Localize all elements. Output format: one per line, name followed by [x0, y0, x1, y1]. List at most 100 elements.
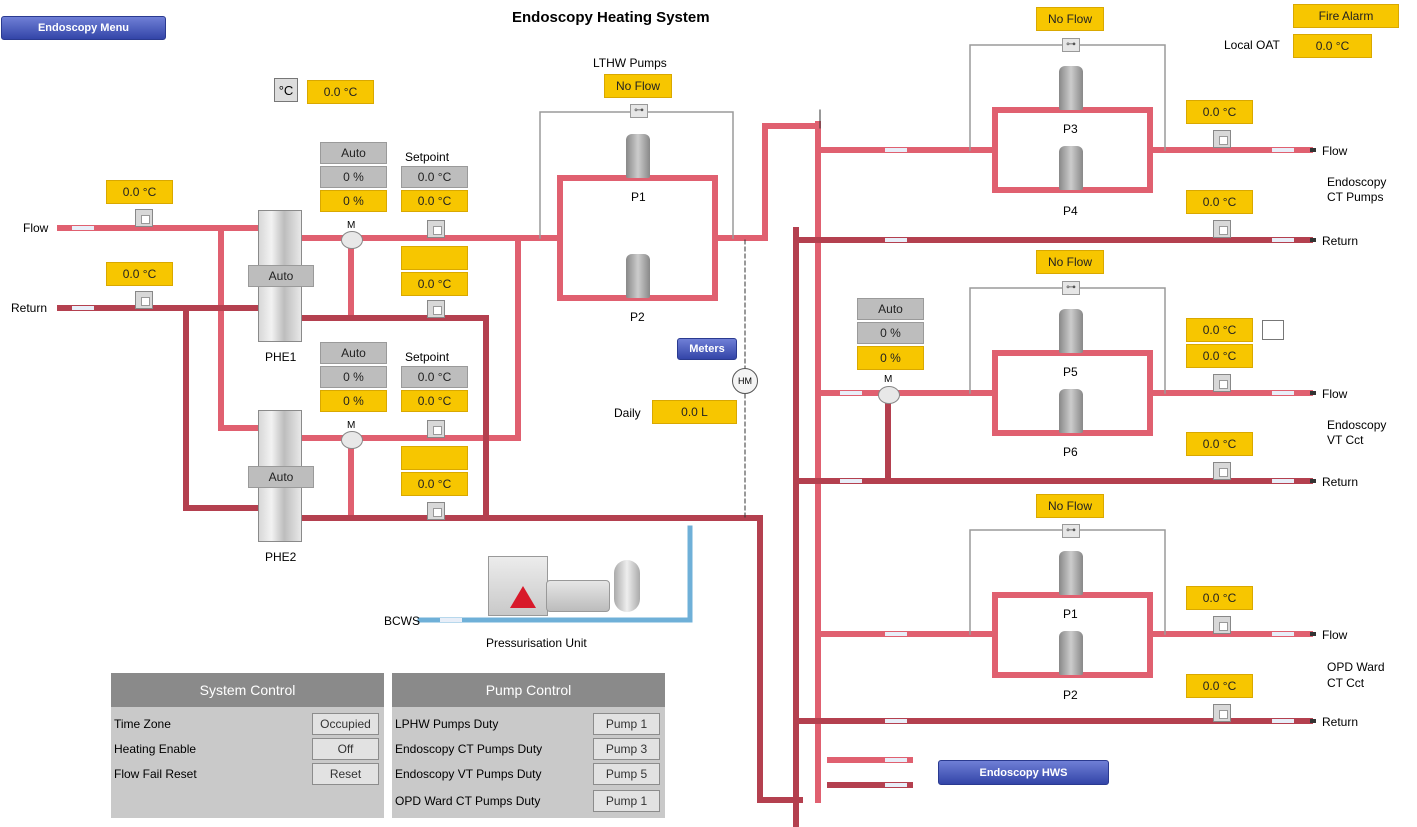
primary-flow-temp: 0.0 °C	[106, 180, 173, 204]
time-zone-value[interactable]: Occupied	[312, 713, 379, 735]
ct-p3-label: P3	[1063, 122, 1078, 136]
opd-return-temp: 0.0 °C	[1186, 674, 1253, 698]
phe1-mode-button[interactable]: Auto	[248, 265, 314, 287]
trend-chart-icon[interactable]	[1262, 320, 1284, 340]
phe1-setpoint-label: Setpoint	[405, 150, 450, 164]
phe2-valve-icon[interactable]	[341, 431, 363, 449]
flow-fail-reset-label: Flow Fail Reset	[114, 767, 197, 781]
heating-enable-label: Heating Enable	[114, 742, 197, 756]
phe2-valve-output: 0 %	[320, 390, 387, 412]
time-zone-label: Time Zone	[114, 717, 171, 731]
vt-name-line1: Endoscopy	[1327, 418, 1387, 432]
phe1-valve-icon[interactable]	[341, 231, 363, 249]
daily-value: 0.0 L	[652, 400, 737, 424]
local-oat-value: 0.0 °C	[1293, 34, 1372, 58]
vt-return-sensor-icon	[1213, 462, 1231, 480]
phe1-valve-output: 0 %	[320, 190, 387, 212]
vt-key-icon: ⊶	[1062, 281, 1080, 295]
vt-flow-sensor-icon	[1213, 374, 1231, 392]
phe2-setpoint[interactable]: 0.0 °C	[401, 366, 468, 388]
top-temperature: 0.0 °C	[307, 80, 374, 104]
primary-flow-label: Flow	[23, 221, 49, 235]
opd-pump-p1-icon[interactable]	[1059, 551, 1083, 595]
system-control-title: System Control	[111, 673, 384, 707]
phe1-actual-temp: 0.0 °C	[401, 190, 468, 212]
phe1-setpoint[interactable]: 0.0 °C	[401, 166, 468, 188]
primary-return-temp: 0.0 °C	[106, 262, 173, 286]
ct-p4-label: P4	[1063, 204, 1078, 218]
opd-return-sensor-icon	[1213, 704, 1231, 722]
vt-return-label: Return	[1322, 475, 1359, 489]
bcws-label: BCWS	[384, 614, 420, 628]
ct-key-icon: ⊶	[1062, 38, 1080, 52]
primary-return-label: Return	[11, 301, 48, 315]
ct-return-sensor-icon	[1213, 220, 1231, 238]
phe1-outlet-sensor-icon	[427, 300, 445, 318]
vt-p5-label: P5	[1063, 365, 1078, 379]
phe1-outlet-temp: 0.0 °C	[401, 272, 468, 296]
primary-flow-sensor-icon	[135, 209, 153, 227]
temperature-unit-icon[interactable]: °C	[274, 78, 298, 102]
phe2-valve-m-label: M	[347, 420, 356, 431]
phe1-outlet-blank	[401, 246, 468, 270]
meters-button[interactable]: Meters	[677, 338, 737, 360]
phe2-valve-percent[interactable]: 0 %	[320, 366, 387, 388]
vt-flow-status: No Flow	[1036, 250, 1104, 274]
vt-return-temp: 0.0 °C	[1186, 432, 1253, 456]
vt-pump-p6-icon[interactable]	[1059, 389, 1083, 433]
vt-pump-p5-icon[interactable]	[1059, 309, 1083, 353]
opd-flow-temp: 0.0 °C	[1186, 586, 1253, 610]
endoscopy-menu-button[interactable]: Endoscopy Menu	[1, 16, 166, 40]
ct-flow-label: Flow	[1322, 144, 1348, 158]
ct-duty-button[interactable]: Pump 3	[593, 738, 660, 760]
page-title: Endoscopy Heating System	[512, 9, 710, 26]
opd-pump-p2-icon[interactable]	[1059, 631, 1083, 675]
ct-name-line1: Endoscopy	[1327, 175, 1387, 189]
lthw-p1-label: P1	[631, 190, 646, 204]
lthw-pump-p2-icon[interactable]	[626, 254, 650, 298]
vt-flow-temp-1: 0.0 °C	[1186, 318, 1253, 342]
phe2-outlet-temp: 0.0 °C	[401, 472, 468, 496]
ct-flow-temp: 0.0 °C	[1186, 100, 1253, 124]
heating-enable-button[interactable]: Off	[312, 738, 379, 760]
vt-flow-temp-2: 0.0 °C	[1186, 344, 1253, 368]
vt-duty-button[interactable]: Pump 5	[593, 763, 660, 785]
daily-label: Daily	[614, 406, 641, 420]
phe1-flow-sensor-icon	[427, 220, 445, 238]
phe1-valve-auto[interactable]: Auto	[320, 142, 387, 164]
lphw-duty-label: LPHW Pumps Duty	[395, 717, 499, 731]
phe2-mode-button[interactable]: Auto	[248, 466, 314, 488]
ct-name-line2: CT Pumps	[1327, 190, 1384, 204]
ct-pump-p3-icon[interactable]	[1059, 66, 1083, 110]
vt-duty-label: Endoscopy VT Pumps Duty	[395, 767, 542, 781]
alarm-warning-icon	[510, 586, 536, 608]
opd-name-line1: OPD Ward	[1327, 660, 1385, 674]
phe2-flow-sensor-icon	[427, 420, 445, 438]
opd-flow-label: Flow	[1322, 628, 1348, 642]
pump-control-panel: Pump Control LPHW Pumps Duty Pump 1 Endo…	[392, 673, 665, 818]
vt-p6-label: P6	[1063, 445, 1078, 459]
ct-return-label: Return	[1322, 234, 1359, 248]
phe1-valve-percent[interactable]: 0 %	[320, 166, 387, 188]
opd-flow-sensor-icon	[1213, 616, 1231, 634]
expansion-vessel-icon	[614, 560, 640, 612]
opd-duty-button[interactable]: Pump 1	[593, 790, 660, 812]
phe2-valve-auto[interactable]: Auto	[320, 342, 387, 364]
lthw-pump-p1-icon[interactable]	[626, 134, 650, 178]
vt-valve-percent[interactable]: 0 %	[857, 322, 924, 344]
vt-valve-icon[interactable]	[878, 386, 900, 404]
flow-fail-reset-button[interactable]: Reset	[312, 763, 379, 785]
vt-valve-auto[interactable]: Auto	[857, 298, 924, 320]
primary-return-sensor-icon	[135, 291, 153, 309]
phe2-label: PHE2	[265, 550, 297, 564]
opd-key-icon: ⊶	[1062, 524, 1080, 538]
degree-c-icon: °C	[278, 82, 294, 98]
lthw-pumps-label: LTHW Pumps	[593, 56, 667, 70]
lphw-duty-button[interactable]: Pump 1	[593, 713, 660, 735]
ct-pump-p4-icon[interactable]	[1059, 146, 1083, 190]
lthw-key-icon: ⊶	[630, 104, 648, 118]
pressurisation-pumps-icon	[546, 580, 610, 612]
phe2-actual-temp: 0.0 °C	[401, 390, 468, 412]
endoscopy-hws-button[interactable]: Endoscopy HWS	[938, 760, 1109, 785]
opd-name-line2: CT Cct	[1327, 676, 1365, 690]
